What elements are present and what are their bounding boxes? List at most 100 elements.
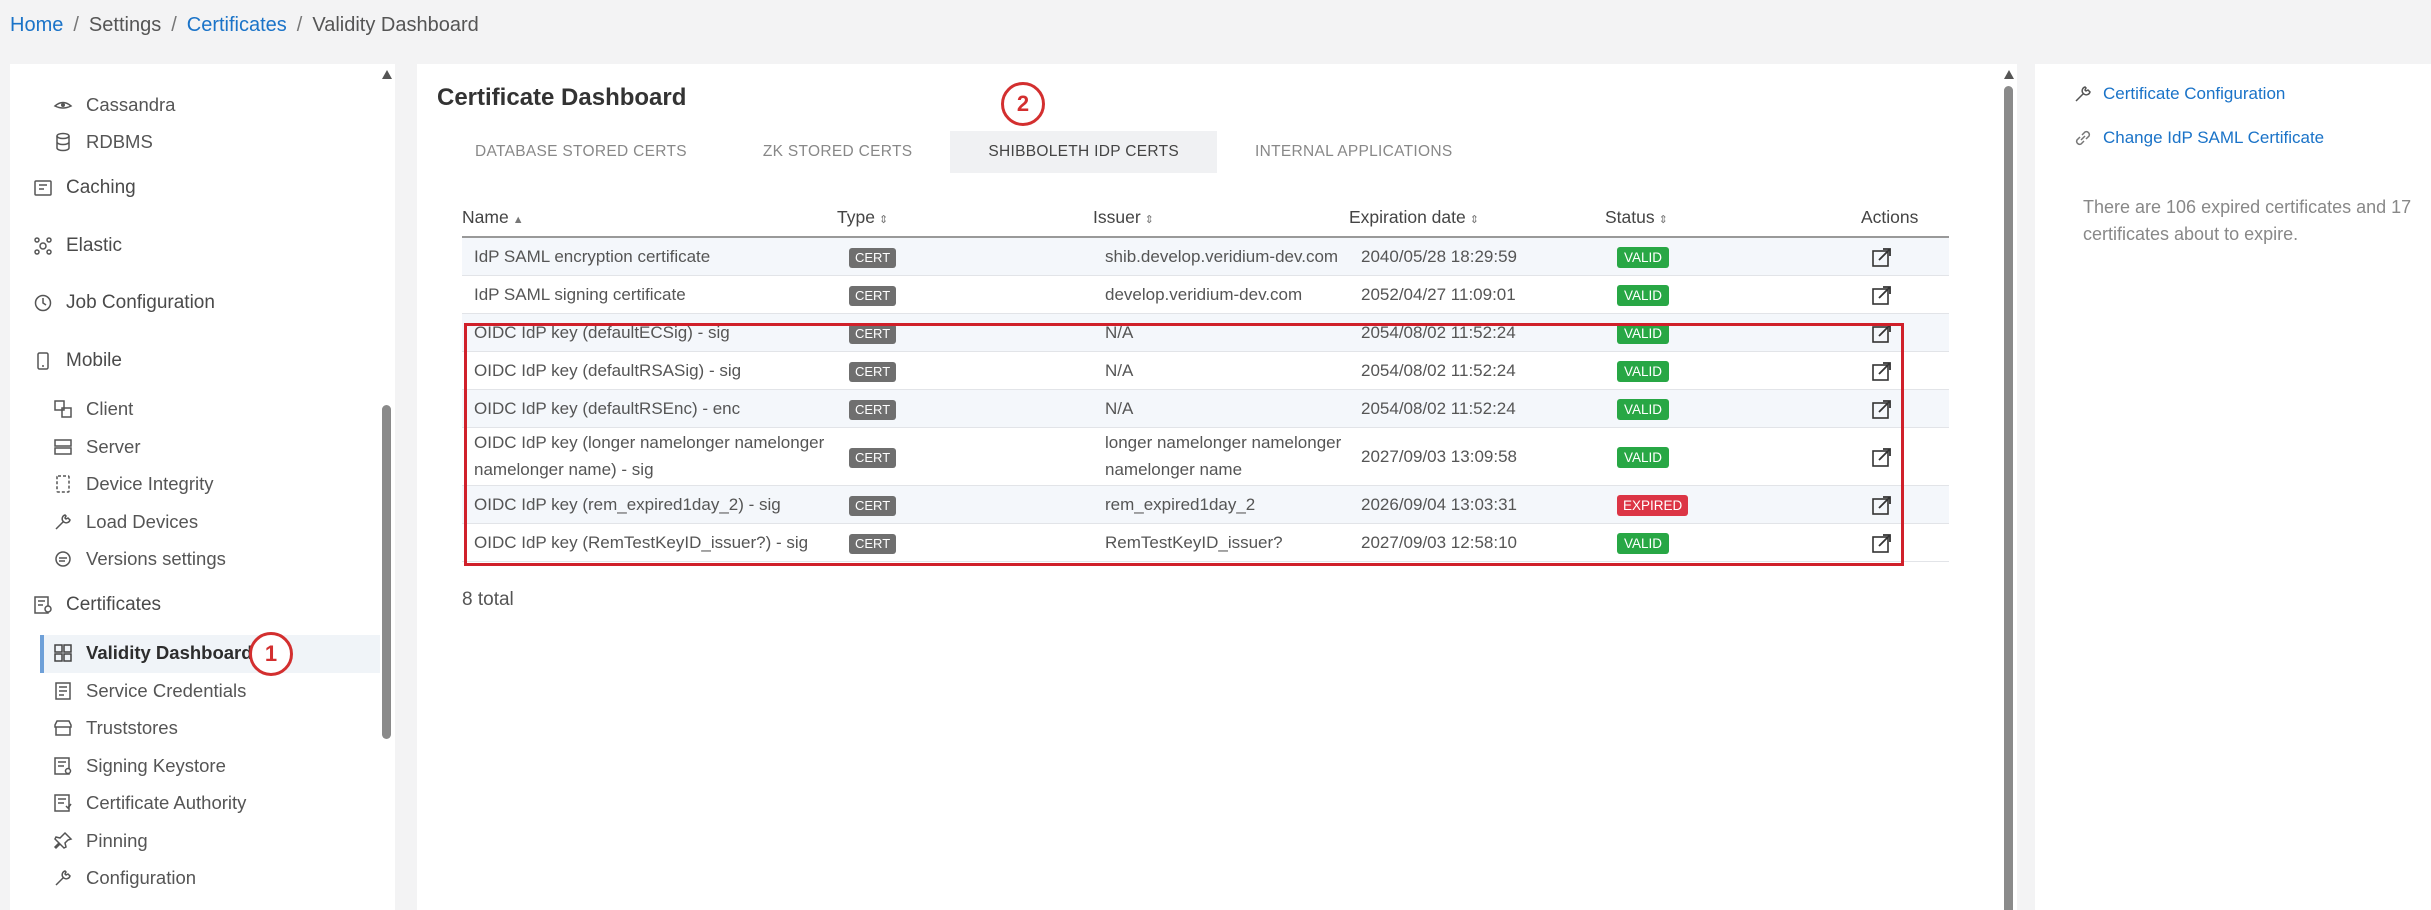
sidebar-item-label: Certificate Authority: [86, 792, 247, 813]
table-header-row: Name ▲ Type ⇕ Issuer ⇕ Expiration date ⇕ Sta…: [462, 198, 1949, 238]
open-external-icon[interactable]: [1871, 398, 1893, 420]
sidebar-item-load-devices[interactable]: Load Devices: [52, 511, 198, 533]
sidebar-item-cassandra[interactable]: Cassandra: [52, 94, 175, 116]
cell-type: CERT: [837, 523, 1093, 562]
sidebar-item-client[interactable]: Client: [52, 398, 133, 420]
sidebar-item-pinning[interactable]: Pinning: [52, 830, 148, 852]
document-icon: [52, 680, 74, 702]
open-external-icon[interactable]: [1871, 446, 1893, 468]
sidebar-scrollbar[interactable]: [379, 64, 395, 910]
clock-icon: [32, 292, 54, 314]
certificate-configuration-link[interactable]: Certificate Configuration: [2073, 84, 2285, 104]
tab-zk-stored-certs[interactable]: ZK STORED CERTS: [725, 131, 950, 173]
breadcrumb-certificates[interactable]: Certificates: [187, 14, 287, 36]
cell-name: OIDC IdP key (RemTestKeyID_issuer?) - si…: [462, 523, 837, 562]
cell-status: VALID: [1605, 523, 1861, 562]
status-badge: EXPIRED: [1617, 494, 1689, 516]
column-header-expiration[interactable]: Expiration date ⇕: [1349, 198, 1605, 238]
sidebar-item-server[interactable]: Server: [52, 436, 141, 458]
cell-status: VALID: [1605, 275, 1861, 314]
cell-issuer: N/A: [1093, 389, 1349, 428]
pin-icon: [52, 830, 74, 852]
cell-status: EXPIRED: [1605, 485, 1861, 524]
cell-actions: [1861, 523, 1949, 562]
sidebar-item-elastic[interactable]: Elastic: [32, 235, 122, 257]
column-header-status[interactable]: Status ⇕: [1605, 198, 1861, 238]
scrollbar-thumb[interactable]: [382, 405, 391, 739]
type-badge: CERT: [849, 361, 897, 382]
main-scrollbar[interactable]: [2000, 64, 2017, 910]
open-external-icon[interactable]: [1871, 284, 1893, 306]
cell-actions: [1861, 485, 1949, 524]
breadcrumb-home[interactable]: Home: [10, 14, 63, 36]
tab-database-stored-certs[interactable]: DATABASE STORED CERTS: [437, 131, 725, 173]
column-header-type[interactable]: Type ⇕: [837, 198, 1093, 238]
cell-name: OIDC IdP key (defaultECSig) - sig: [462, 313, 837, 352]
sidebar-item-device-integrity[interactable]: Device Integrity: [52, 473, 214, 495]
sidebar-item-label: Elastic: [66, 235, 122, 256]
sidebar-item-certificate-authority[interactable]: Certificate Authority: [52, 792, 246, 814]
cell-type: CERT: [837, 237, 1093, 276]
cell-issuer: rem_expired1day_2: [1093, 485, 1349, 524]
sidebar-item-signing-keystore[interactable]: Signing Keystore: [52, 755, 226, 777]
sidebar-item-rdbms[interactable]: RDBMS: [52, 131, 153, 153]
sidebar-item-versions-settings[interactable]: Versions settings: [52, 548, 226, 570]
sidebar-item-label: Mobile: [66, 350, 122, 371]
cell-type: CERT: [837, 351, 1093, 390]
open-external-icon[interactable]: [1871, 532, 1893, 554]
sidebar-item-truststores[interactable]: Truststores: [52, 717, 178, 739]
sort-icon: ⇕: [1469, 213, 1479, 226]
server-icon: [52, 436, 74, 458]
sidebar-item-label: Pinning: [86, 830, 148, 851]
sort-icon: ⇕: [1658, 213, 1668, 226]
breadcrumb-settings: Settings: [88, 14, 162, 36]
open-external-icon[interactable]: [1871, 322, 1893, 344]
breadcrumb-separator: /: [73, 14, 79, 36]
page-title: Certificate Dashboard: [437, 84, 687, 111]
sort-icon: ⇕: [878, 213, 889, 226]
device-integrity-icon: [52, 473, 74, 495]
sidebar-item-label: Caching: [66, 177, 136, 198]
cell-expiration: 2026/09/04 13:03:31: [1349, 485, 1605, 524]
elastic-icon: [32, 235, 54, 257]
sidebar-item-caching[interactable]: Caching: [32, 177, 136, 199]
open-external-icon[interactable]: [1871, 246, 1893, 268]
certificates-table: Name ▲ Type ⇕ Issuer ⇕ Expiration date ⇕ Sta…: [462, 198, 1949, 562]
table-row: OIDC IdP key (longer namelonger namelong…: [462, 427, 1949, 486]
tab-internal-applications[interactable]: INTERNAL APPLICATIONS: [1217, 131, 1491, 173]
cell-actions: [1861, 275, 1949, 314]
tab-shibboleth-idp-certs[interactable]: SHIBBOLETH IDP CERTS: [950, 131, 1217, 173]
change-idp-saml-certificate-link[interactable]: Change IdP SAML Certificate: [2073, 128, 2324, 148]
sidebar-item-service-credentials[interactable]: Service Credentials: [52, 680, 246, 702]
sidebar-item-label: Service Credentials: [86, 680, 247, 701]
authority-icon: [52, 792, 74, 814]
status-badge: VALID: [1617, 322, 1670, 344]
sidebar: Cassandra RDBMS Caching Elastic Job Conf…: [10, 64, 395, 910]
column-header-issuer[interactable]: Issuer ⇕: [1093, 198, 1349, 238]
column-header-name[interactable]: Name ▲: [462, 198, 837, 238]
sort-icon: ⇕: [1144, 213, 1154, 226]
open-external-icon[interactable]: [1871, 494, 1893, 516]
sidebar-item-label: Cassandra: [86, 94, 176, 115]
sidebar-item-label: Versions settings: [86, 548, 226, 569]
scroll-up-arrow[interactable]: [2004, 70, 2014, 79]
sidebar-item-mobile[interactable]: Mobile: [32, 350, 122, 372]
cell-expiration: 2027/09/03 13:09:58: [1349, 427, 1605, 486]
type-badge: CERT: [849, 495, 897, 516]
cell-name: OIDC IdP key (defaultRSEnc) - enc: [462, 389, 837, 428]
caching-icon: [32, 177, 54, 199]
sidebar-item-job-configuration[interactable]: Job Configuration: [32, 292, 215, 314]
mobile-icon: [32, 350, 54, 372]
sidebar-item-validity-dashboard[interactable]: Validity Dashboard: [52, 642, 253, 664]
sidebar-item-configuration[interactable]: Configuration: [52, 867, 196, 889]
table-row: OIDC IdP key (defaultRSASig) - sig CERT N/…: [462, 351, 1949, 390]
cell-issuer: N/A: [1093, 351, 1349, 390]
scrollbar-thumb[interactable]: [2004, 86, 2013, 910]
scroll-up-arrow[interactable]: [382, 70, 392, 79]
store-icon: [52, 717, 74, 739]
sidebar-item-certificates[interactable]: Certificates: [32, 594, 161, 616]
cell-type: CERT: [837, 275, 1093, 314]
keystore-icon: [52, 755, 74, 777]
open-external-icon[interactable]: [1871, 360, 1893, 382]
sidebar-item-label: Validity Dashboard: [86, 642, 253, 663]
